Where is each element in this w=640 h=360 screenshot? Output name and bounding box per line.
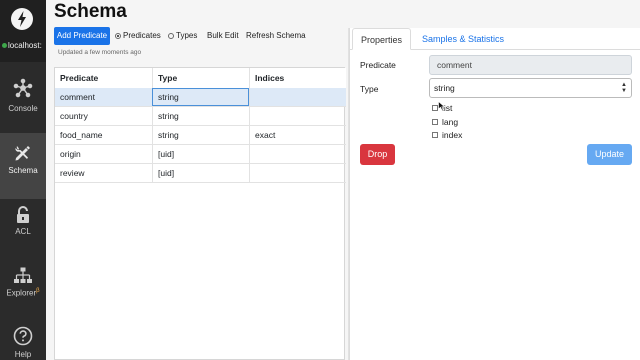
sidebar-item-acl[interactable]: ACL (0, 200, 46, 266)
sidebar-item-label: Schema (8, 166, 38, 175)
status-dot (2, 43, 7, 49)
sidebar-item-schema[interactable]: Schema (0, 133, 46, 199)
checkbox-index[interactable]: index (432, 130, 462, 140)
radio-unselected-icon (168, 33, 174, 39)
predicate-name-field: comment (429, 55, 632, 75)
drop-button[interactable]: Drop (360, 144, 395, 165)
tab-samples-statistics[interactable]: Samples & Statistics (414, 28, 512, 50)
host-label: localhost: (8, 41, 42, 50)
predicate-cell: comment (60, 92, 95, 102)
radio-types-label: Types (176, 31, 198, 40)
beta-badge: β (36, 288, 40, 294)
unlock-icon (17, 206, 29, 223)
question-circle-icon (13, 326, 33, 346)
checkbox-index-label: index (442, 130, 463, 140)
page-title: Schema (54, 1, 127, 22)
explorer-label: Explorer (6, 288, 37, 298)
indices-cell (249, 107, 346, 125)
indices-cell (249, 88, 346, 106)
predicate-table: Predicate Type Indices comment string co… (54, 67, 346, 360)
type-cell: string (152, 126, 249, 144)
indices-cell: exact (249, 126, 346, 144)
schema-toolbar: Add Predicate Predicates Types Bulk Edit… (54, 27, 344, 45)
indices-cell (249, 145, 346, 163)
tab-properties[interactable]: Properties (352, 28, 412, 50)
add-predicate-button[interactable]: Add Predicate (54, 27, 110, 45)
type-cell: string (152, 107, 249, 125)
column-header-type[interactable]: Type (152, 68, 249, 88)
table-row[interactable]: food_name string exact (55, 126, 346, 145)
type-label: Type (360, 84, 379, 94)
column-header-indices[interactable]: Indices (249, 68, 346, 88)
properties-panel: Properties Samples & Statistics Predicat… (349, 28, 640, 360)
table-row[interactable]: review [uid] (55, 164, 346, 183)
table-row[interactable]: comment string (55, 88, 346, 107)
radio-predicates-label: Predicates (123, 31, 161, 40)
type-cell: [uid] (152, 145, 249, 163)
sidebar: localhost: Console Schema ACL Explorerβ … (0, 0, 46, 360)
bulk-edit-button[interactable]: Bulk Edit (207, 31, 239, 40)
table-row[interactable]: country string (55, 107, 346, 126)
table-row[interactable]: origin [uid] (55, 145, 346, 164)
update-button[interactable]: Update (587, 144, 632, 165)
predicate-cell: country (60, 111, 88, 121)
refresh-schema-button[interactable]: Refresh Schema (246, 31, 306, 40)
table-header: Predicate Type Indices (55, 68, 346, 89)
radio-selected-icon (115, 33, 121, 39)
predicate-cell: food_name (60, 130, 103, 140)
type-select-value: string (434, 83, 455, 93)
sidebar-item-label: Console (8, 104, 38, 113)
type-cell: [uid] (152, 164, 249, 182)
checkbox-lang[interactable]: lang (432, 117, 458, 127)
wrench-pencil-icon (15, 146, 30, 161)
sidebar-item-label: Help (14, 350, 32, 359)
radio-predicates[interactable]: Predicates (115, 31, 161, 40)
main-content: Schema Add Predicate Predicates Types Bu… (46, 0, 640, 360)
sitemap-icon (14, 267, 32, 283)
sidebar-item-label: Explorerβ (0, 288, 46, 298)
share-nodes-icon (13, 78, 33, 98)
checkbox-icon (432, 132, 438, 138)
sidebar-item-label: ACL (15, 227, 31, 236)
predicate-cell: review (60, 168, 85, 178)
checkbox-lang-label: lang (442, 117, 459, 127)
indices-cell (249, 164, 346, 182)
mouse-cursor-icon (438, 101, 446, 111)
predicate-cell: origin (60, 149, 81, 159)
predicate-label: Predicate (360, 60, 396, 70)
updated-status: Updated a few moments ago (58, 49, 142, 56)
sidebar-item-help[interactable]: Help (0, 318, 46, 360)
host-indicator: localhost: (2, 41, 42, 50)
type-cell: string (152, 88, 249, 106)
checkbox-icon (432, 119, 438, 125)
brand[interactable]: localhost: (0, 0, 46, 62)
sidebar-item-console[interactable]: Console (0, 68, 46, 134)
app: localhost: Console Schema ACL Explorerβ … (0, 0, 640, 360)
column-header-predicate[interactable]: Predicate (55, 68, 152, 88)
panel-tabs: Properties Samples & Statistics (350, 28, 640, 50)
select-arrows-icon: ▲ ▼ (621, 82, 627, 94)
type-select[interactable]: string ▲ ▼ (429, 78, 632, 98)
radio-types[interactable]: Types (168, 31, 197, 40)
dgraph-logo-icon (11, 8, 33, 30)
